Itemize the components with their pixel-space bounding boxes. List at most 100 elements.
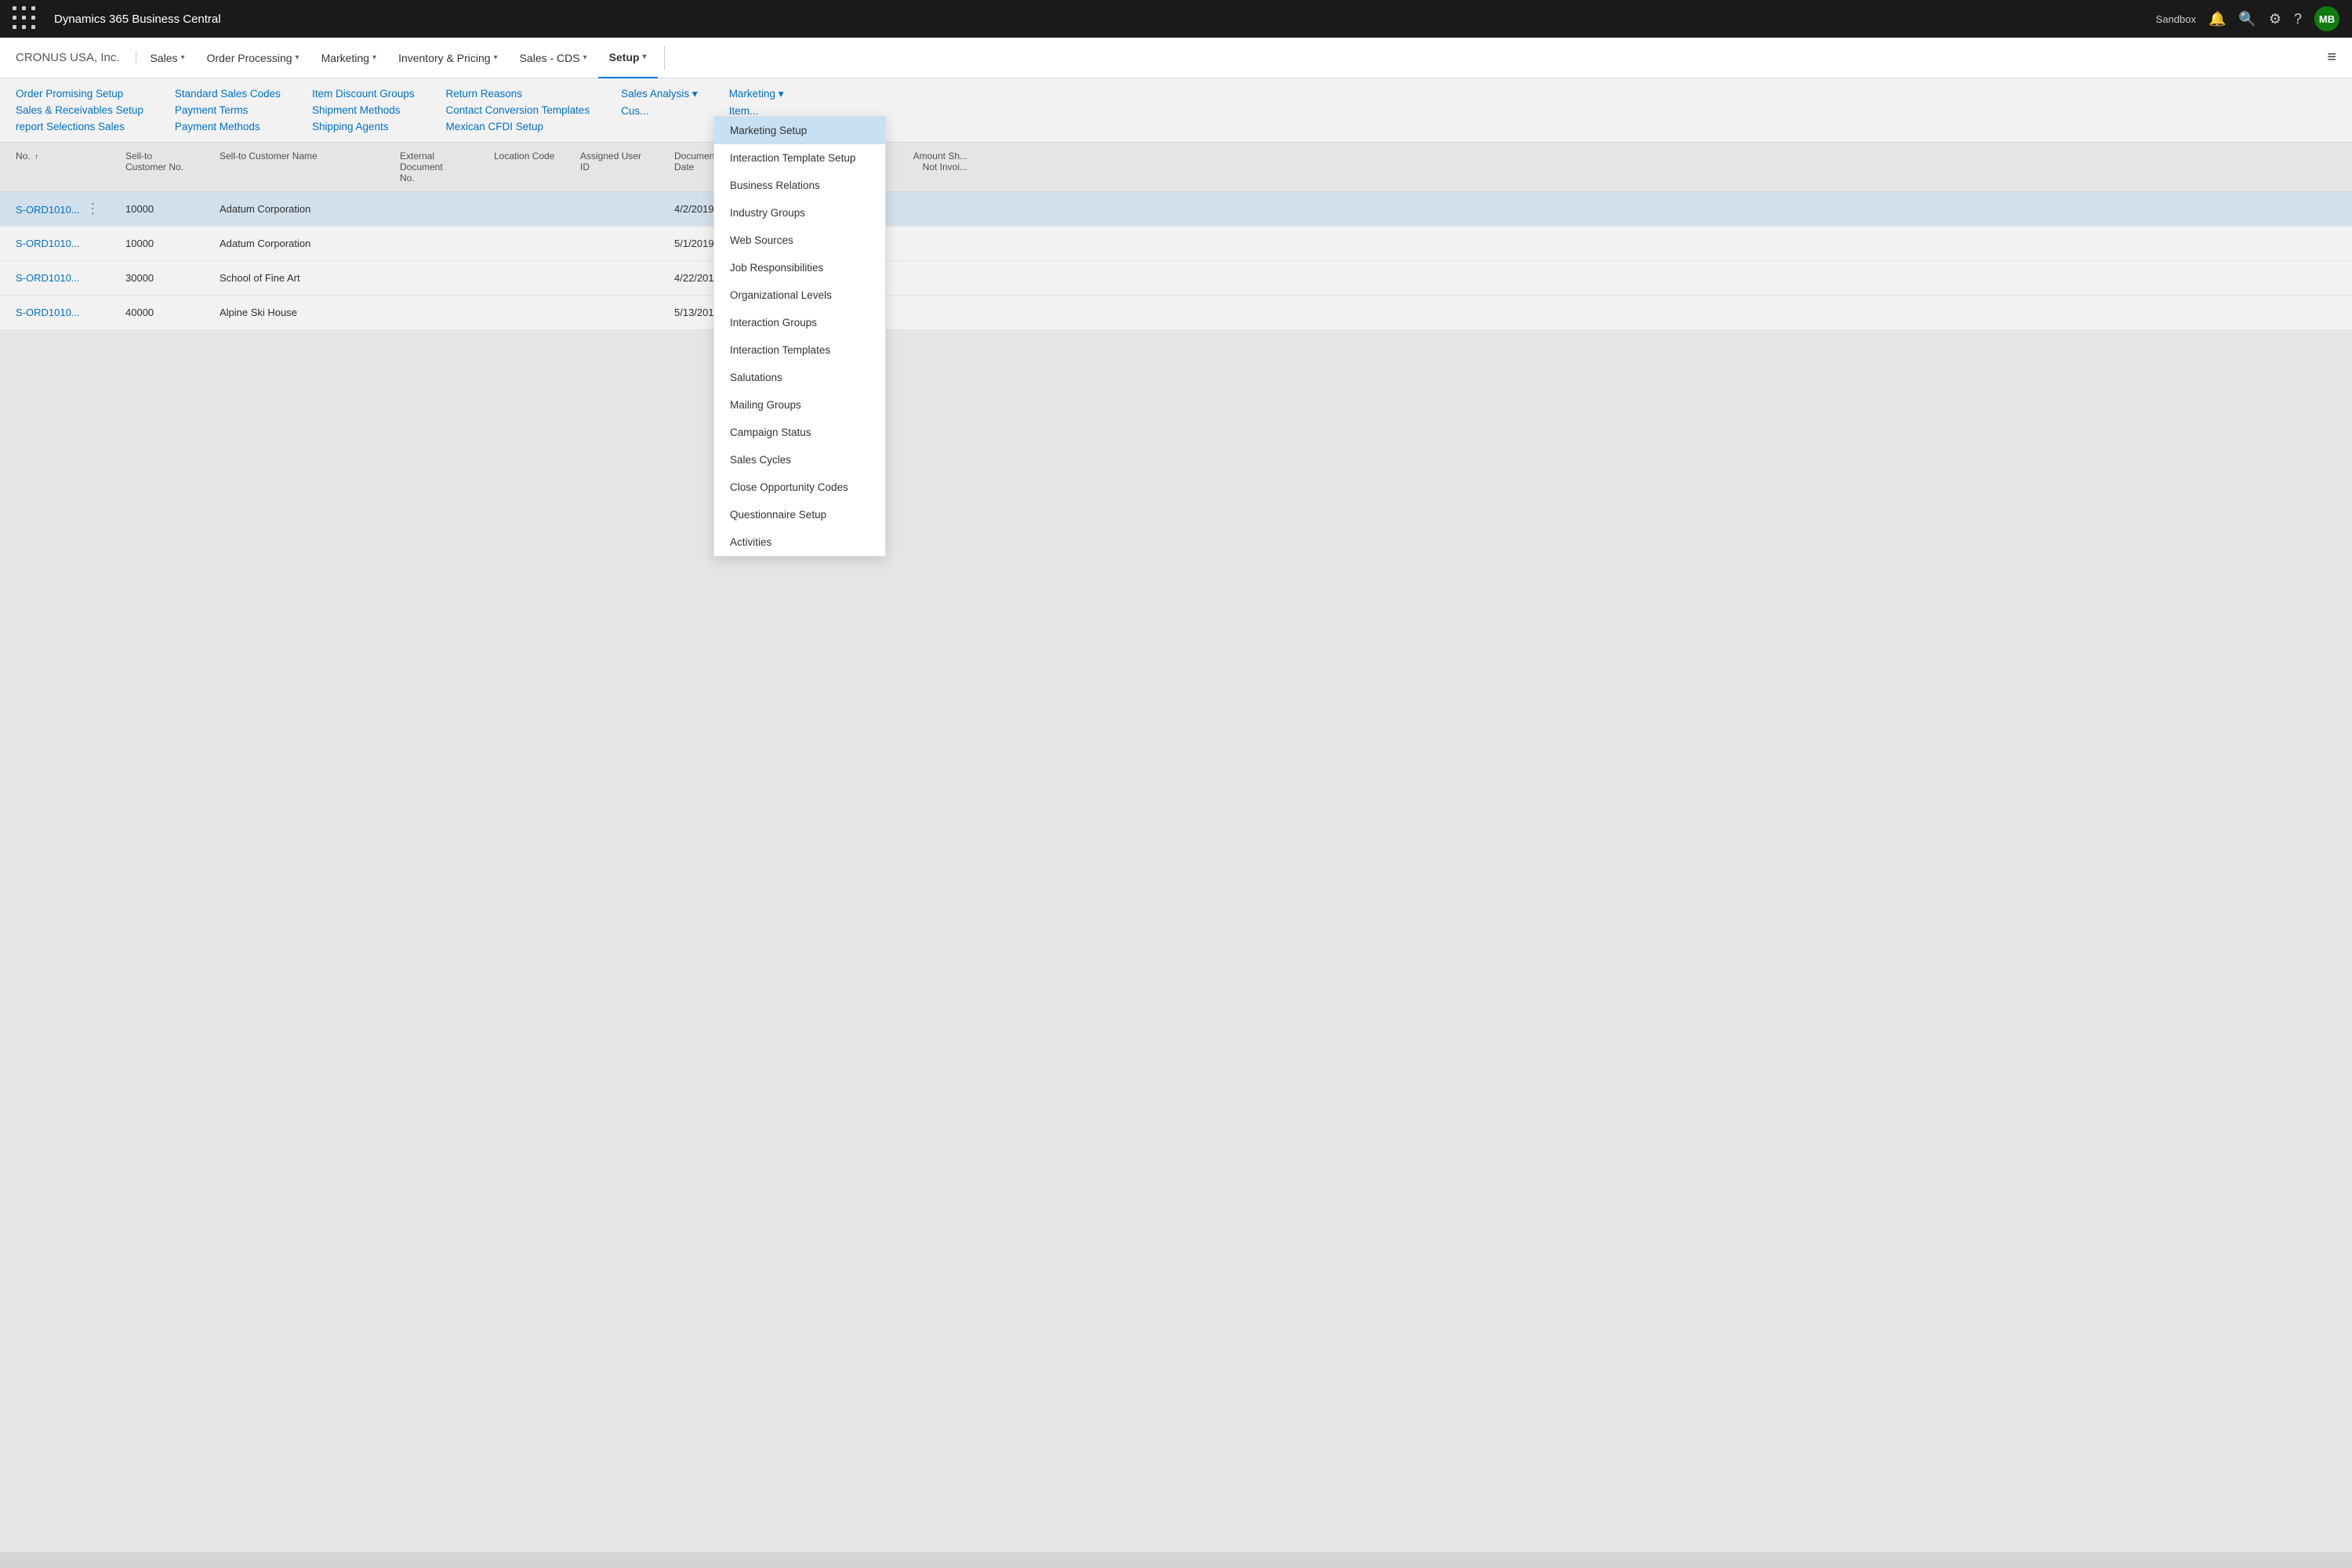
- cell-name-3: School of Fine Art: [213, 272, 394, 284]
- app-title: Dynamics 365 Business Central: [54, 13, 2147, 26]
- table-header: No. ↑ Sell-toCustomer No. Sell-to Custom…: [0, 143, 2352, 192]
- nav-item-order-processing[interactable]: Order Processing ▾: [196, 38, 310, 78]
- mega-link-item-dots[interactable]: Item...: [729, 105, 784, 117]
- cell-no-3[interactable]: S-ORD1010...: [9, 272, 119, 284]
- nav-label-marketing: Marketing: [321, 52, 369, 64]
- cell-name-2: Adatum Corporation: [213, 238, 394, 249]
- secondary-nav: CRONUS USA, Inc. Sales ▾ Order Processin…: [0, 38, 2352, 78]
- dropdown-item-job-responsibilities[interactable]: Job Responsibilities: [714, 254, 885, 281]
- nav-item-setup[interactable]: Setup ▾: [598, 38, 658, 78]
- mega-link-contact-conversion[interactable]: Contact Conversion Templates: [446, 104, 590, 116]
- dropdown-item-mailing-groups[interactable]: Mailing Groups: [714, 391, 885, 419]
- cell-no-2[interactable]: S-ORD1010...: [9, 238, 119, 249]
- mega-link-cus[interactable]: Cus...: [621, 105, 698, 117]
- cell-no-4[interactable]: S-ORD1010...: [9, 307, 119, 318]
- table-row[interactable]: S-ORD1010... 10000 Adatum Corporation 5/…: [0, 227, 2352, 261]
- col-header-no[interactable]: No. ↑: [9, 143, 119, 191]
- bell-icon[interactable]: 🔔: [2209, 11, 2226, 27]
- nav-caret-sales-cds: ▾: [583, 53, 587, 62]
- nav-caret-setup: ▾: [643, 53, 647, 61]
- dropdown-item-activities[interactable]: Activities: [714, 528, 885, 556]
- dropdown-item-web-sources[interactable]: Web Sources: [714, 227, 885, 254]
- dropdown-item-business-relations[interactable]: Business Relations: [714, 172, 885, 199]
- status-bar: [0, 1552, 2352, 1568]
- mega-link-item-discount-groups[interactable]: Item Discount Groups: [312, 88, 415, 100]
- mega-link-sales-analysis[interactable]: Sales Analysis ▾: [621, 88, 698, 100]
- mega-col-4: Return Reasons Contact Conversion Templa…: [446, 88, 590, 132]
- help-icon[interactable]: ?: [2294, 11, 2302, 27]
- table-row[interactable]: S-ORD1010... 30000 School of Fine Art 4/…: [0, 261, 2352, 296]
- company-name: CRONUS USA, Inc.: [16, 51, 136, 64]
- mega-link-payment-methods[interactable]: Payment Methods: [175, 121, 281, 132]
- cell-no-1[interactable]: S-ORD1010... ⋮: [9, 201, 119, 217]
- cell-sell-to-4: 40000: [119, 307, 213, 318]
- table-row[interactable]: S-ORD1010... ⋮ 10000 Adatum Corporation …: [0, 192, 2352, 227]
- dropdown-item-interaction-template-setup[interactable]: Interaction Template Setup: [714, 144, 885, 172]
- sort-arrow-no: ↑: [34, 153, 38, 162]
- nav-label-inventory-pricing: Inventory & Pricing: [398, 52, 491, 64]
- settings-icon[interactable]: ⚙: [2269, 11, 2281, 27]
- dropdown-item-sales-cycles[interactable]: Sales Cycles: [714, 446, 885, 474]
- nav-item-marketing[interactable]: Marketing ▾: [310, 38, 388, 78]
- mega-col-1: Order Promising Setup Sales & Receivable…: [16, 88, 143, 132]
- top-bar-actions: Sandbox 🔔 🔍 ⚙ ? MB: [2156, 6, 2339, 31]
- dropdown-item-close-opportunity-codes[interactable]: Close Opportunity Codes: [714, 474, 885, 501]
- cell-sell-to-3: 30000: [119, 272, 213, 284]
- dropdown-item-organizational-levels[interactable]: Organizational Levels: [714, 281, 885, 309]
- dropdown-item-questionnaire-setup[interactable]: Questionnaire Setup: [714, 501, 885, 528]
- mega-link-standard-sales-codes[interactable]: Standard Sales Codes: [175, 88, 281, 100]
- mega-link-mexican-cfdi[interactable]: Mexican CFDI Setup: [446, 121, 590, 132]
- search-icon[interactable]: 🔍: [2238, 11, 2256, 27]
- nav-caret-sales: ▾: [181, 53, 185, 62]
- cell-name-4: Alpine Ski House: [213, 307, 394, 318]
- mega-menu: Order Promising Setup Sales & Receivable…: [0, 78, 2352, 143]
- app-grid-icon[interactable]: [13, 6, 38, 32]
- nav-label-order-processing: Order Processing: [207, 52, 292, 64]
- row-action-icon-1[interactable]: ⋮: [82, 201, 103, 216]
- col-header-sell-to-name[interactable]: Sell-to Customer Name: [213, 143, 394, 191]
- nav-label-sales-cds: Sales - CDS: [520, 52, 580, 64]
- nav-caret-marketing: ▾: [372, 53, 376, 62]
- nav-item-sales-cds[interactable]: Sales - CDS ▾: [509, 38, 598, 78]
- sales-orders-table: No. ↑ Sell-toCustomer No. Sell-to Custom…: [0, 143, 2352, 330]
- nav-item-inventory-pricing[interactable]: Inventory & Pricing ▾: [387, 38, 509, 78]
- main-nav-menu: Sales ▾ Order Processing ▾ Marketing ▾ I…: [140, 38, 2328, 78]
- mega-link-shipment-methods[interactable]: Shipment Methods: [312, 104, 415, 116]
- nav-separator: [664, 46, 665, 70]
- mega-link-return-reasons[interactable]: Return Reasons: [446, 88, 590, 100]
- dropdown-item-salutations[interactable]: Salutations: [714, 364, 885, 391]
- cell-sell-to-1: 10000: [119, 203, 213, 215]
- nav-label-setup: Setup: [609, 51, 640, 64]
- mega-link-shipping-agents[interactable]: Shipping Agents: [312, 121, 415, 132]
- table-row[interactable]: S-ORD1010... 40000 Alpine Ski House 5/13…: [0, 296, 2352, 330]
- nav-caret-order-processing: ▾: [296, 53, 299, 62]
- dropdown-item-industry-groups[interactable]: Industry Groups: [714, 199, 885, 227]
- col-header-ext-doc[interactable]: ExternalDocumentNo.: [394, 143, 488, 191]
- top-bar: Dynamics 365 Business Central Sandbox 🔔 …: [0, 0, 2352, 38]
- nav-item-sales[interactable]: Sales ▾: [140, 38, 196, 78]
- col-header-amount-not-invoiced[interactable]: Amount Sh...Not Invoi...: [880, 143, 974, 191]
- nav-caret-inventory-pricing: ▾: [494, 53, 498, 62]
- sandbox-label: Sandbox: [2156, 13, 2196, 25]
- cell-sell-to-2: 10000: [119, 238, 213, 249]
- mega-col-3: Item Discount Groups Shipment Methods Sh…: [312, 88, 415, 132]
- col-header-loc-code[interactable]: Location Code: [488, 143, 574, 191]
- mega-link-sales-receivables[interactable]: Sales & Receivables Setup: [16, 104, 143, 116]
- mega-col-5: Sales Analysis ▾ Cus...: [621, 88, 698, 132]
- dropdown-item-campaign-status[interactable]: Campaign Status: [714, 419, 885, 446]
- nav-label-sales: Sales: [151, 52, 178, 64]
- user-avatar[interactable]: MB: [2314, 6, 2339, 31]
- mega-link-report-selections[interactable]: report Selections Sales: [16, 121, 143, 132]
- mega-link-marketing[interactable]: Marketing ▾: [729, 88, 784, 100]
- cell-name-1: Adatum Corporation: [213, 203, 394, 215]
- col-header-sell-to[interactable]: Sell-toCustomer No.: [119, 143, 213, 191]
- dropdown-item-interaction-groups[interactable]: Interaction Groups: [714, 309, 885, 336]
- mega-col-2: Standard Sales Codes Payment Terms Payme…: [175, 88, 281, 132]
- mega-link-order-promising[interactable]: Order Promising Setup: [16, 88, 143, 100]
- mega-link-payment-terms[interactable]: Payment Terms: [175, 104, 281, 116]
- col-header-user-id[interactable]: Assigned UserID: [574, 143, 668, 191]
- marketing-dropdown: Marketing Setup Interaction Template Set…: [713, 116, 886, 557]
- dropdown-item-marketing-setup[interactable]: Marketing Setup: [714, 117, 885, 144]
- dropdown-item-interaction-templates[interactable]: Interaction Templates: [714, 336, 885, 364]
- hamburger-menu-icon[interactable]: ≡: [2327, 49, 2336, 67]
